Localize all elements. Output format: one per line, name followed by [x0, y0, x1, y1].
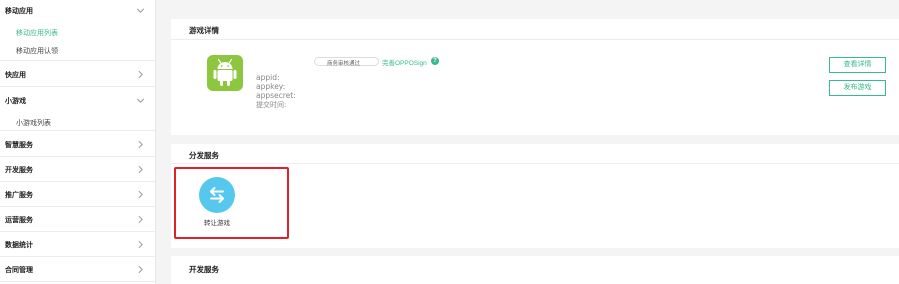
sidebar-item-label: 小游戏 — [5, 98, 26, 105]
sidebar-item-dev-service[interactable]: 开发服务 — [0, 157, 155, 182]
business-review-toggle[interactable]: 商务审核通过 — [314, 57, 379, 67]
game-detail-header: 游戏详情 — [171, 19, 899, 40]
sidebar-item-smart-service[interactable]: 智慧服务 — [0, 131, 155, 157]
chevron-right-icon — [138, 240, 143, 249]
sidebar-item-contract-mgmt[interactable]: 合同管理 — [0, 257, 155, 282]
view-detail-button[interactable]: 查看详情 — [829, 57, 886, 73]
game-detail-card: 游戏详情 — [171, 19, 899, 135]
chevron-down-icon — [136, 8, 145, 13]
dev-service-title: 开发服务 — [189, 265, 219, 274]
sidebar-subitem-label: 移动应用认领 — [16, 48, 58, 55]
oppo-sign-link[interactable]: 完善OPPOSign — [382, 57, 427, 67]
chevron-right-icon — [138, 190, 143, 199]
business-review-label: 商务审核通过 — [327, 61, 361, 67]
sidebar-item-label: 推广服务 — [5, 192, 33, 199]
appkey-label: appkey: — [256, 82, 286, 91]
sidebar-item-label: 合同管理 — [5, 267, 33, 274]
chevron-right-icon — [138, 70, 143, 79]
sidebar-item-ops-service[interactable]: 运营服务 — [0, 207, 155, 232]
submit-time-label: 提交时间: — [256, 101, 287, 109]
appid-label: appid: — [256, 73, 280, 82]
sidebar-item-quick-app[interactable]: 快应用 — [0, 61, 155, 87]
sidebar-item-label: 智慧服务 — [5, 142, 33, 149]
chevron-right-icon — [138, 165, 143, 174]
highlight-box — [174, 167, 289, 239]
sidebar-item-data-stats[interactable]: 数据统计 — [0, 232, 155, 257]
android-icon — [207, 55, 243, 91]
dev-service-header: 开发服务 — [171, 256, 899, 284]
sidebar-item-promo-service[interactable]: 推广服务 — [0, 182, 155, 207]
game-detail-title: 游戏详情 — [189, 26, 219, 35]
sidebar-item-mobile-apps[interactable]: 移动应用 — [0, 0, 155, 21]
sidebar-subitem-mini-game-list[interactable]: 小游戏列表 — [0, 114, 155, 131]
sidebar-item-label: 数据统计 — [5, 242, 33, 249]
appsecret-label: appsecret: — [256, 91, 296, 100]
sidebar: 移动应用 移动应用列表 移动应用认领 快应用 小游戏 小游戏列表 智慧服务 开发… — [0, 0, 156, 284]
sidebar-item-label: 运营服务 — [5, 217, 33, 224]
sidebar-subitem-label: 小游戏列表 — [16, 120, 51, 127]
chevron-right-icon — [138, 140, 143, 149]
sidebar-subitem-mobile-app-list[interactable]: 移动应用列表 — [0, 25, 155, 40]
distribution-header: 分发服务 — [171, 144, 899, 164]
sidebar-item-label: 开发服务 — [5, 167, 33, 174]
publish-game-button[interactable]: 发布游戏 — [829, 80, 886, 96]
dev-service-card: 开发服务 — [171, 256, 899, 284]
distribution-title: 分发服务 — [189, 151, 219, 160]
sidebar-item-label: 移动应用 — [5, 8, 33, 15]
sidebar-subitem-label: 移动应用列表 — [16, 30, 58, 37]
chevron-right-icon — [138, 265, 143, 274]
help-icon[interactable]: ? — [431, 57, 439, 65]
sidebar-item-label: 快应用 — [5, 72, 26, 79]
sidebar-item-mini-game[interactable]: 小游戏 — [0, 87, 155, 114]
chevron-right-icon — [138, 215, 143, 224]
chevron-down-icon — [136, 98, 145, 103]
sidebar-subitem-mobile-app-claim[interactable]: 移动应用认领 — [0, 42, 155, 61]
